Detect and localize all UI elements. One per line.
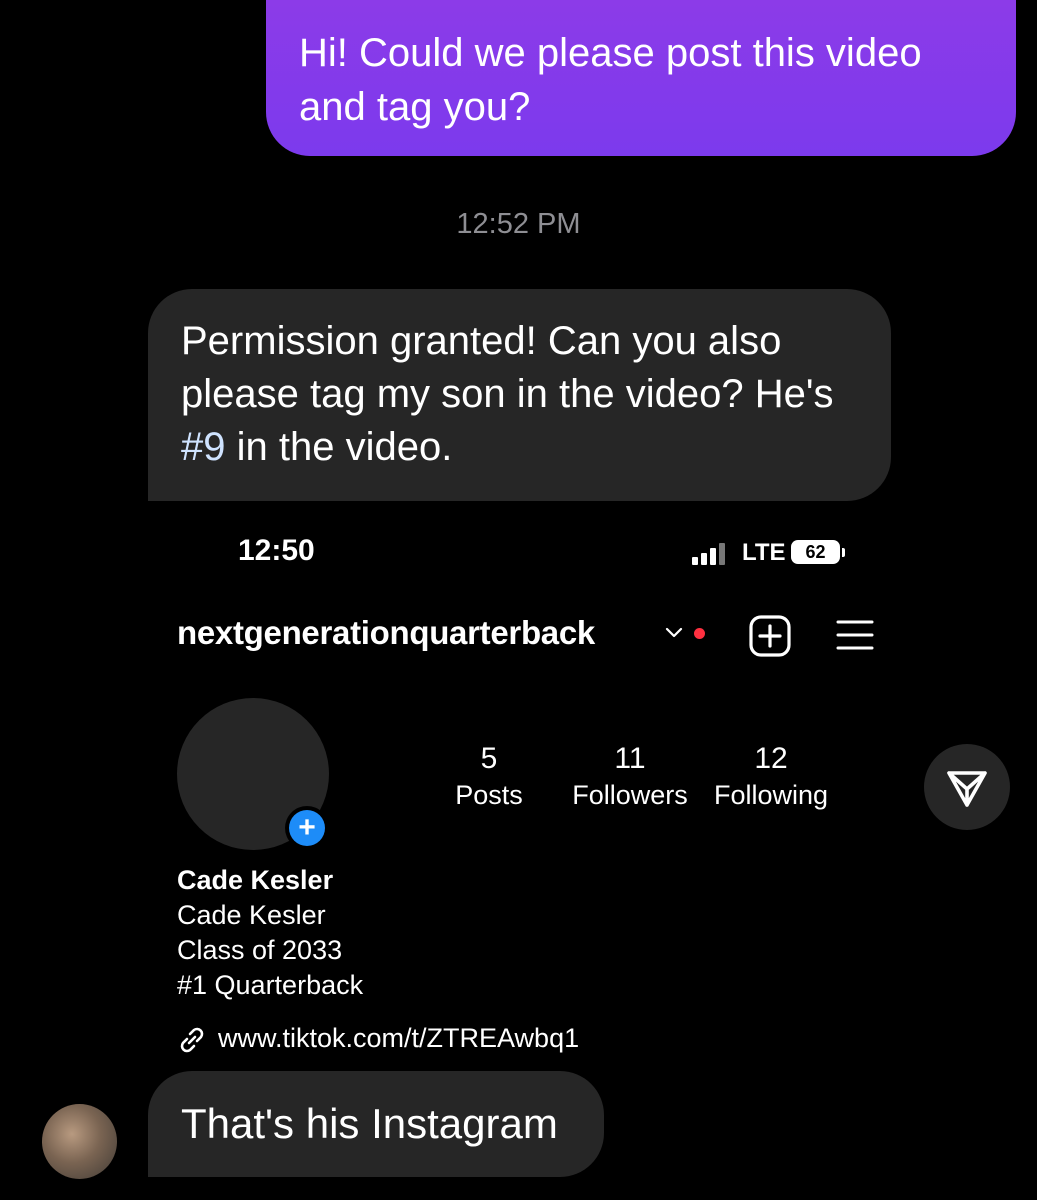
outgoing-message-bubble[interactable]: Hi! Could we please post this video and … [266, 0, 1016, 156]
stat-value: 12 [754, 742, 788, 775]
hashtag-link[interactable]: #9 [181, 425, 226, 469]
stat-value: 5 [480, 742, 498, 775]
chevron-down-icon [665, 627, 683, 638]
notification-dot [694, 628, 705, 639]
link-icon [180, 1027, 204, 1053]
incoming-message-bubble[interactable]: Permission granted! Can you also please … [148, 289, 891, 501]
sender-avatar[interactable] [42, 1104, 117, 1179]
signal-icon [692, 541, 732, 565]
status-time: 12:50 [238, 534, 315, 567]
stat-label: Posts [455, 780, 523, 810]
incoming-message-text: Permission granted! Can you also please … [181, 319, 834, 469]
outgoing-message-text: Hi! Could we please post this video and … [299, 31, 922, 129]
network-label: LTE [742, 539, 786, 566]
plus-icon: + [289, 810, 325, 846]
stat-following: 12 Following [706, 742, 836, 814]
profile-link: www.tiktok.com/t/ZTREAwbq1 [218, 1023, 580, 1053]
battery-icon: 62 [791, 540, 840, 564]
stat-value: 11 [614, 742, 646, 775]
battery-tip [842, 548, 845, 557]
bio-line: Class of 2033 [177, 935, 343, 965]
message-timestamp: 12:52 PM [456, 208, 581, 240]
add-story-badge: + [285, 806, 329, 850]
share-icon [947, 771, 987, 807]
bio-line: #1 Quarterback [177, 970, 364, 1000]
stat-followers: 11 Followers [565, 742, 695, 814]
incoming-message-bubble[interactable]: That's his Instagram [148, 1071, 604, 1177]
profile-display-name: Cade Kesler [177, 865, 334, 895]
stat-label: Followers [572, 780, 688, 810]
profile-username: nextgenerationquarterback [177, 614, 595, 651]
stat-label: Following [713, 780, 829, 810]
menu-icon [836, 620, 874, 650]
stat-posts: 5 Posts [424, 742, 554, 814]
bio-line: Cade Kesler [177, 900, 326, 930]
incoming-message-text: That's his Instagram [181, 1100, 558, 1147]
add-post-icon [749, 615, 791, 657]
share-button[interactable] [924, 744, 1010, 830]
